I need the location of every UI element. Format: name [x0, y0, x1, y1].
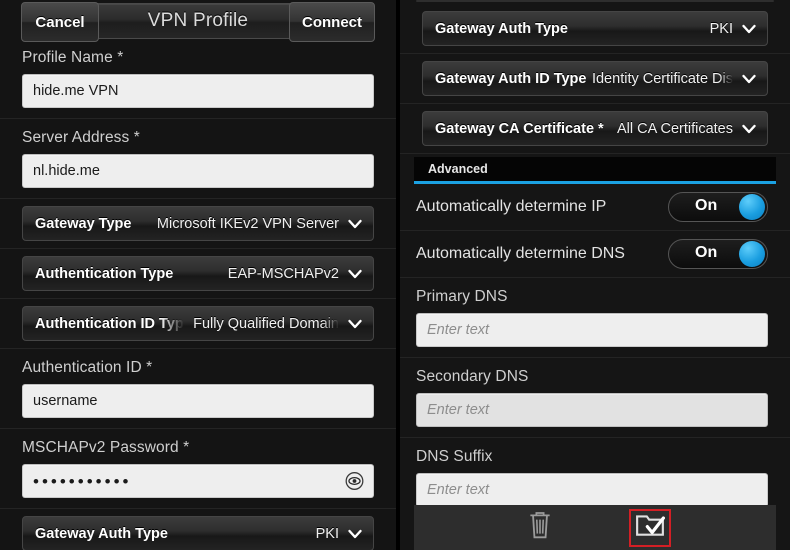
server-address-field: Server Address * nl.hide.me: [0, 119, 396, 199]
gateway-auth-type-row-wrap-left: Gateway Auth Type PKI: [0, 509, 396, 550]
gateway-auth-type-label: Gateway Auth Type: [35, 525, 168, 542]
app-root: Cancel VPN Profile Connect Profile Name …: [0, 0, 790, 550]
authentication-type-value: EAP-MSCHAPv2: [227, 265, 339, 282]
gateway-ca-certificate-value: All CA Certificates: [616, 120, 733, 137]
authentication-id-input[interactable]: username: [22, 384, 374, 418]
authentication-id-type-label: Authentication ID Typ: [35, 315, 184, 332]
toggle-knob: [739, 194, 765, 220]
auto-determine-ip-row: Automatically determine IP On: [400, 184, 790, 231]
authentication-id-value: username: [33, 393, 98, 409]
gateway-auth-type-dropdown-left[interactable]: Gateway Auth Type PKI: [22, 516, 374, 550]
gateway-ca-certificate-row-wrap: Gateway CA Certificate * All CA Certific…: [400, 104, 790, 154]
eye-icon[interactable]: [345, 472, 364, 491]
gateway-auth-type-label: Gateway Auth Type: [435, 20, 568, 37]
gateway-ca-certificate-dropdown[interactable]: Gateway CA Certificate * All CA Certific…: [422, 111, 768, 146]
primary-dns-label: Primary DNS: [416, 288, 508, 305]
auto-determine-dns-label: Automatically determine DNS: [416, 245, 625, 262]
auto-determine-ip-label: Automatically determine IP: [416, 198, 607, 215]
chevron-down-icon: [347, 316, 363, 332]
titlebar: Cancel VPN Profile Connect: [21, 2, 375, 42]
authentication-id-type-dropdown[interactable]: Authentication ID Typ Fully Qualified Do…: [22, 306, 374, 341]
folder-check-icon: [635, 512, 665, 543]
secondary-dns-input[interactable]: Enter text: [416, 393, 768, 427]
dns-suffix-label: DNS Suffix: [416, 448, 493, 465]
gateway-auth-type-value: PKI: [315, 525, 339, 542]
primary-dns-placeholder: Enter text: [427, 322, 490, 338]
gateway-auth-type-dropdown[interactable]: Gateway Auth Type PKI: [422, 11, 768, 46]
auto-determine-ip-state: On: [695, 197, 718, 214]
chevron-down-icon: [347, 266, 363, 282]
chevron-down-icon: [347, 526, 363, 542]
gateway-type-label: Gateway Type: [35, 215, 132, 232]
mschapv2-password-input[interactable]: •••••••••••: [22, 464, 374, 498]
dns-suffix-input[interactable]: Enter text: [416, 473, 768, 507]
server-address-value: nl.hide.me: [33, 163, 100, 179]
server-address-input[interactable]: nl.hide.me: [22, 154, 374, 188]
chevron-down-icon: [741, 121, 757, 137]
authentication-id-label: Authentication ID *: [22, 359, 153, 376]
connect-button[interactable]: Connect: [289, 2, 375, 42]
chevron-down-icon: [741, 71, 757, 87]
authentication-type-label: Authentication Type: [35, 265, 174, 282]
save-button[interactable]: [629, 508, 671, 547]
profile-name-field: Profile Name * hide.me VPN: [0, 39, 396, 119]
mschapv2-password-field: MSCHAPv2 Password * •••••••••••: [0, 429, 396, 509]
gateway-auth-id-type-row-wrap: Gateway Auth ID Type Identity Certificat…: [400, 54, 790, 104]
authentication-id-type-row-wrap: Authentication ID Typ Fully Qualified Do…: [0, 299, 396, 349]
vpn-profile-panel: Cancel VPN Profile Connect Profile Name …: [0, 0, 396, 550]
gateway-auth-id-type-label: Gateway Auth ID Type: [435, 70, 587, 87]
mschapv2-password-value: •••••••••••: [33, 471, 132, 491]
dns-suffix-placeholder: Enter text: [427, 482, 490, 498]
profile-name-label: Profile Name *: [22, 49, 124, 66]
auto-determine-ip-toggle[interactable]: On: [668, 192, 768, 222]
secondary-dns-placeholder: Enter text: [427, 402, 490, 418]
authentication-type-row-wrap: Authentication Type EAP-MSCHAPv2: [0, 249, 396, 299]
authentication-id-type-value: Fully Qualified Domain: [193, 315, 339, 332]
auto-determine-dns-row: Automatically determine DNS On: [400, 231, 790, 278]
gateway-auth-id-type-dropdown[interactable]: Gateway Auth ID Type Identity Certificat…: [422, 61, 768, 96]
profile-name-input[interactable]: hide.me VPN: [22, 74, 374, 108]
primary-dns-field: Primary DNS Enter text: [400, 278, 790, 358]
gateway-type-dropdown[interactable]: Gateway Type Microsoft IKEv2 VPN Server: [22, 206, 374, 241]
section-header-advanced: Advanced: [414, 157, 776, 184]
gateway-auth-type-row-wrap: Gateway Auth Type PKI: [400, 4, 790, 54]
trash-icon: [527, 510, 553, 545]
vpn-profile-panel-scrolled: Gateway Auth Type PKI Gateway Auth ID Ty…: [400, 0, 790, 550]
page-title: VPN Profile: [147, 10, 249, 31]
toggle-knob: [739, 241, 765, 267]
chevron-down-icon: [347, 216, 363, 232]
gateway-auth-id-type-value: Identity Certificate Dis: [591, 70, 733, 87]
bottom-action-toolbar: [414, 505, 776, 550]
section-title: Advanced: [428, 162, 488, 176]
auto-determine-dns-toggle[interactable]: On: [668, 239, 768, 269]
authentication-id-field: Authentication ID * username: [0, 349, 396, 429]
secondary-dns-label: Secondary DNS: [416, 368, 529, 385]
primary-dns-input[interactable]: Enter text: [416, 313, 768, 347]
profile-name-value: hide.me VPN: [33, 83, 119, 99]
server-address-label: Server Address *: [22, 129, 140, 146]
secondary-dns-field: Secondary DNS Enter text: [400, 358, 790, 438]
mschapv2-password-label: MSCHAPv2 Password *: [22, 439, 190, 456]
gateway-type-value: Microsoft IKEv2 VPN Server: [156, 215, 339, 232]
gateway-type-row-wrap: Gateway Type Microsoft IKEv2 VPN Server: [0, 199, 396, 249]
cancel-button[interactable]: Cancel: [21, 2, 99, 42]
chevron-down-icon: [741, 21, 757, 37]
delete-button[interactable]: [519, 509, 561, 547]
gateway-auth-type-value: PKI: [709, 20, 733, 37]
gateway-ca-certificate-label: Gateway CA Certificate *: [435, 120, 604, 137]
auto-determine-dns-state: On: [695, 244, 718, 261]
authentication-type-dropdown[interactable]: Authentication Type EAP-MSCHAPv2: [22, 256, 374, 291]
